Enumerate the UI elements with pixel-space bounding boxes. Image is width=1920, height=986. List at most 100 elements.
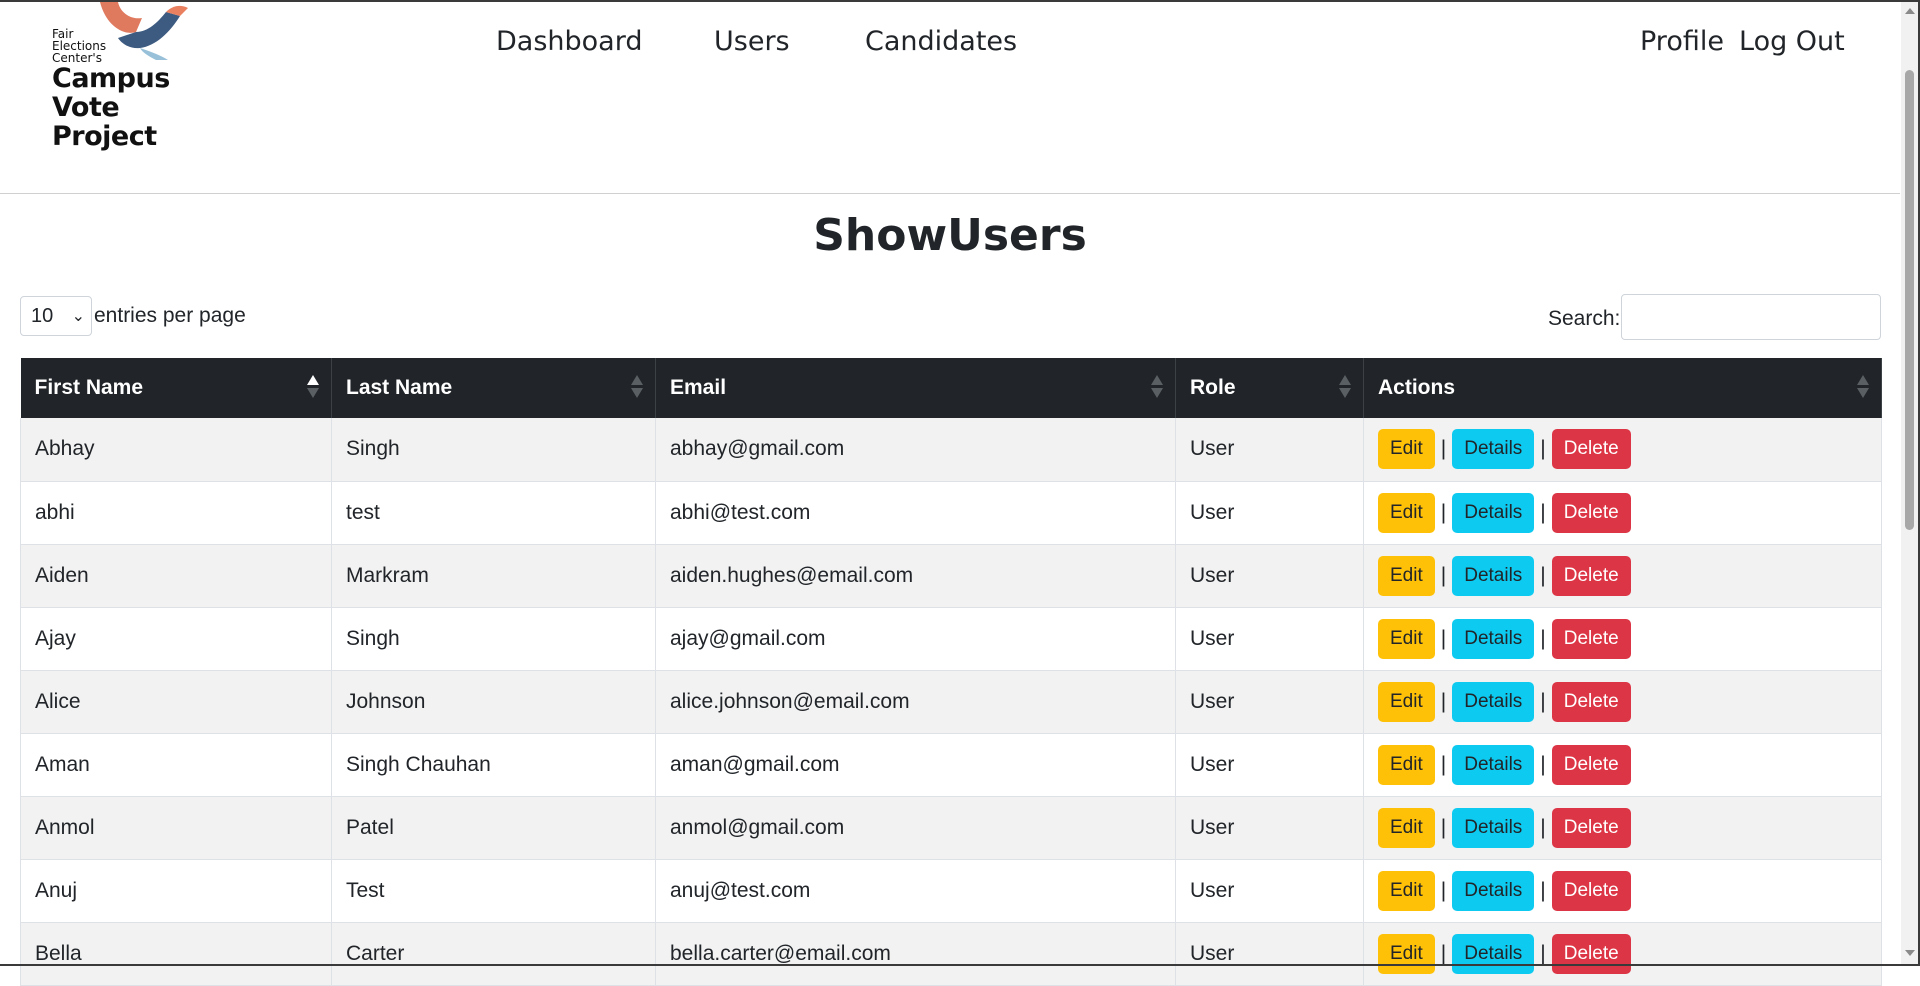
details-button[interactable]: Details bbox=[1452, 618, 1535, 659]
actions-cell: Edit | Details | Delete bbox=[1363, 859, 1882, 923]
page-size-select[interactable]: 10 ⌄ bbox=[20, 296, 92, 336]
details-button[interactable]: Details bbox=[1452, 681, 1535, 722]
logo-name-line1: Campus bbox=[52, 63, 170, 94]
search-input[interactable] bbox=[1621, 294, 1881, 340]
action-separator: | bbox=[1540, 500, 1546, 524]
nav-candidates-link[interactable]: Candidates bbox=[865, 26, 1017, 57]
actions-cell: Edit | Details | Delete bbox=[1363, 544, 1882, 608]
first-name-cell: Abhay bbox=[20, 418, 332, 482]
details-button[interactable]: Details bbox=[1452, 744, 1535, 785]
details-button[interactable]: Details bbox=[1452, 492, 1535, 533]
last-name-cell: Singh Chauhan bbox=[331, 733, 656, 797]
edit-button[interactable]: Edit bbox=[1378, 429, 1435, 470]
table-row: Aiden Markram aiden.hughes@email.com Use… bbox=[20, 544, 1882, 608]
role-cell: User bbox=[1175, 670, 1364, 734]
edit-button[interactable]: Edit bbox=[1378, 933, 1435, 974]
action-separator: | bbox=[1440, 500, 1447, 524]
column-header-label: Email bbox=[670, 376, 727, 399]
role-cell: User bbox=[1175, 544, 1364, 608]
action-separator: | bbox=[1440, 878, 1447, 902]
action-separator: | bbox=[1540, 815, 1546, 839]
first-name-cell: Ajay bbox=[20, 607, 332, 671]
delete-button[interactable]: Delete bbox=[1551, 429, 1631, 470]
entries-per-page-control: 10 ⌄ entries per page bbox=[20, 296, 246, 336]
campus-vote-project-logo[interactable]: Fair Elections Center's Campus Vote Proj… bbox=[52, 2, 197, 157]
column-header-label: Actions bbox=[1378, 376, 1456, 399]
nav-logout-link[interactable]: Log Out bbox=[1739, 26, 1845, 57]
logo-name-line3: Project bbox=[52, 121, 157, 152]
logo-name-line2: Vote bbox=[52, 92, 120, 123]
last-name-cell: Singh bbox=[331, 418, 656, 482]
email-cell: alice.johnson@email.com bbox=[655, 670, 1176, 734]
column-header-first-name[interactable]: First Name bbox=[20, 358, 332, 418]
edit-button[interactable]: Edit bbox=[1378, 618, 1435, 659]
table-row: Ajay Singh ajay@gmail.com User Edit | De… bbox=[20, 607, 1882, 671]
delete-button[interactable]: Delete bbox=[1551, 492, 1631, 533]
table-row: Aman Singh Chauhan aman@gmail.com User E… bbox=[20, 733, 1882, 797]
column-header-last-name[interactable]: Last Name bbox=[331, 358, 656, 418]
action-separator: | bbox=[1440, 815, 1447, 839]
sort-icon bbox=[1339, 375, 1351, 401]
page-size-value: 10 bbox=[31, 304, 54, 327]
nav-dashboard-link[interactable]: Dashboard bbox=[496, 26, 642, 57]
table-row: Bella Carter bella.carter@email.com User… bbox=[20, 922, 1882, 986]
action-separator: | bbox=[1440, 941, 1447, 965]
scroll-down-arrow-icon[interactable] bbox=[1905, 950, 1915, 956]
actions-cell: Edit | Details | Delete bbox=[1363, 922, 1882, 986]
edit-button[interactable]: Edit bbox=[1378, 807, 1435, 848]
delete-button[interactable]: Delete bbox=[1551, 933, 1631, 974]
action-separator: | bbox=[1540, 626, 1546, 650]
column-header-email[interactable]: Email bbox=[655, 358, 1176, 418]
last-name-cell: Carter bbox=[331, 922, 656, 986]
page-title: ShowUsers bbox=[813, 210, 1087, 261]
delete-button[interactable]: Delete bbox=[1551, 555, 1631, 596]
last-name-cell: Patel bbox=[331, 796, 656, 860]
delete-button[interactable]: Delete bbox=[1551, 870, 1631, 911]
role-cell: User bbox=[1175, 418, 1364, 482]
edit-button[interactable]: Edit bbox=[1378, 492, 1435, 533]
column-header-label: First Name bbox=[34, 376, 144, 399]
details-button[interactable]: Details bbox=[1452, 807, 1535, 848]
details-button[interactable]: Details bbox=[1452, 870, 1535, 911]
first-name-cell: abhi bbox=[20, 481, 332, 545]
scrollbar-thumb[interactable] bbox=[1905, 70, 1914, 530]
edit-button[interactable]: Edit bbox=[1378, 555, 1435, 596]
users-table: First Name Last Name Email Role Actions bbox=[20, 358, 1882, 986]
action-separator: | bbox=[1540, 878, 1546, 902]
delete-button[interactable]: Delete bbox=[1551, 618, 1631, 659]
actions-cell: Edit | Details | Delete bbox=[1363, 607, 1882, 671]
action-separator: | bbox=[1540, 752, 1546, 776]
role-cell: User bbox=[1175, 481, 1364, 545]
action-separator: | bbox=[1440, 437, 1447, 461]
edit-button[interactable]: Edit bbox=[1378, 681, 1435, 722]
actions-cell: Edit | Details | Delete bbox=[1363, 481, 1882, 545]
delete-button[interactable]: Delete bbox=[1551, 744, 1631, 785]
details-button[interactable]: Details bbox=[1452, 555, 1535, 596]
email-cell: abhi@test.com bbox=[655, 481, 1176, 545]
edit-button[interactable]: Edit bbox=[1378, 870, 1435, 911]
nav-users-link[interactable]: Users bbox=[714, 26, 790, 57]
email-cell: ajay@gmail.com bbox=[655, 607, 1176, 671]
last-name-cell: Test bbox=[331, 859, 656, 923]
details-button[interactable]: Details bbox=[1452, 933, 1535, 974]
nav-profile-link[interactable]: Profile bbox=[1640, 26, 1724, 57]
email-cell: anmol@gmail.com bbox=[655, 796, 1176, 860]
delete-button[interactable]: Delete bbox=[1551, 807, 1631, 848]
column-header-label: Role bbox=[1190, 376, 1236, 399]
chevron-down-icon: ⌄ bbox=[71, 308, 85, 325]
first-name-cell: Bella bbox=[20, 922, 332, 986]
column-header-role[interactable]: Role bbox=[1175, 358, 1364, 418]
column-header-actions[interactable]: Actions bbox=[1363, 358, 1882, 418]
first-name-cell: Aiden bbox=[20, 544, 332, 608]
logo-mark-icon bbox=[100, 2, 188, 60]
details-button[interactable]: Details bbox=[1452, 429, 1535, 470]
email-cell: bella.carter@email.com bbox=[655, 922, 1176, 986]
vertical-scrollbar[interactable] bbox=[1901, 2, 1918, 964]
delete-button[interactable]: Delete bbox=[1551, 681, 1631, 722]
column-header-label: Last Name bbox=[346, 376, 453, 399]
edit-button[interactable]: Edit bbox=[1378, 744, 1435, 785]
action-separator: | bbox=[1540, 563, 1546, 587]
search-label: Search: bbox=[1548, 307, 1621, 330]
table-row: Abhay Singh abhay@gmail.com User Edit | … bbox=[20, 418, 1882, 482]
scroll-up-arrow-icon[interactable] bbox=[1905, 8, 1915, 14]
